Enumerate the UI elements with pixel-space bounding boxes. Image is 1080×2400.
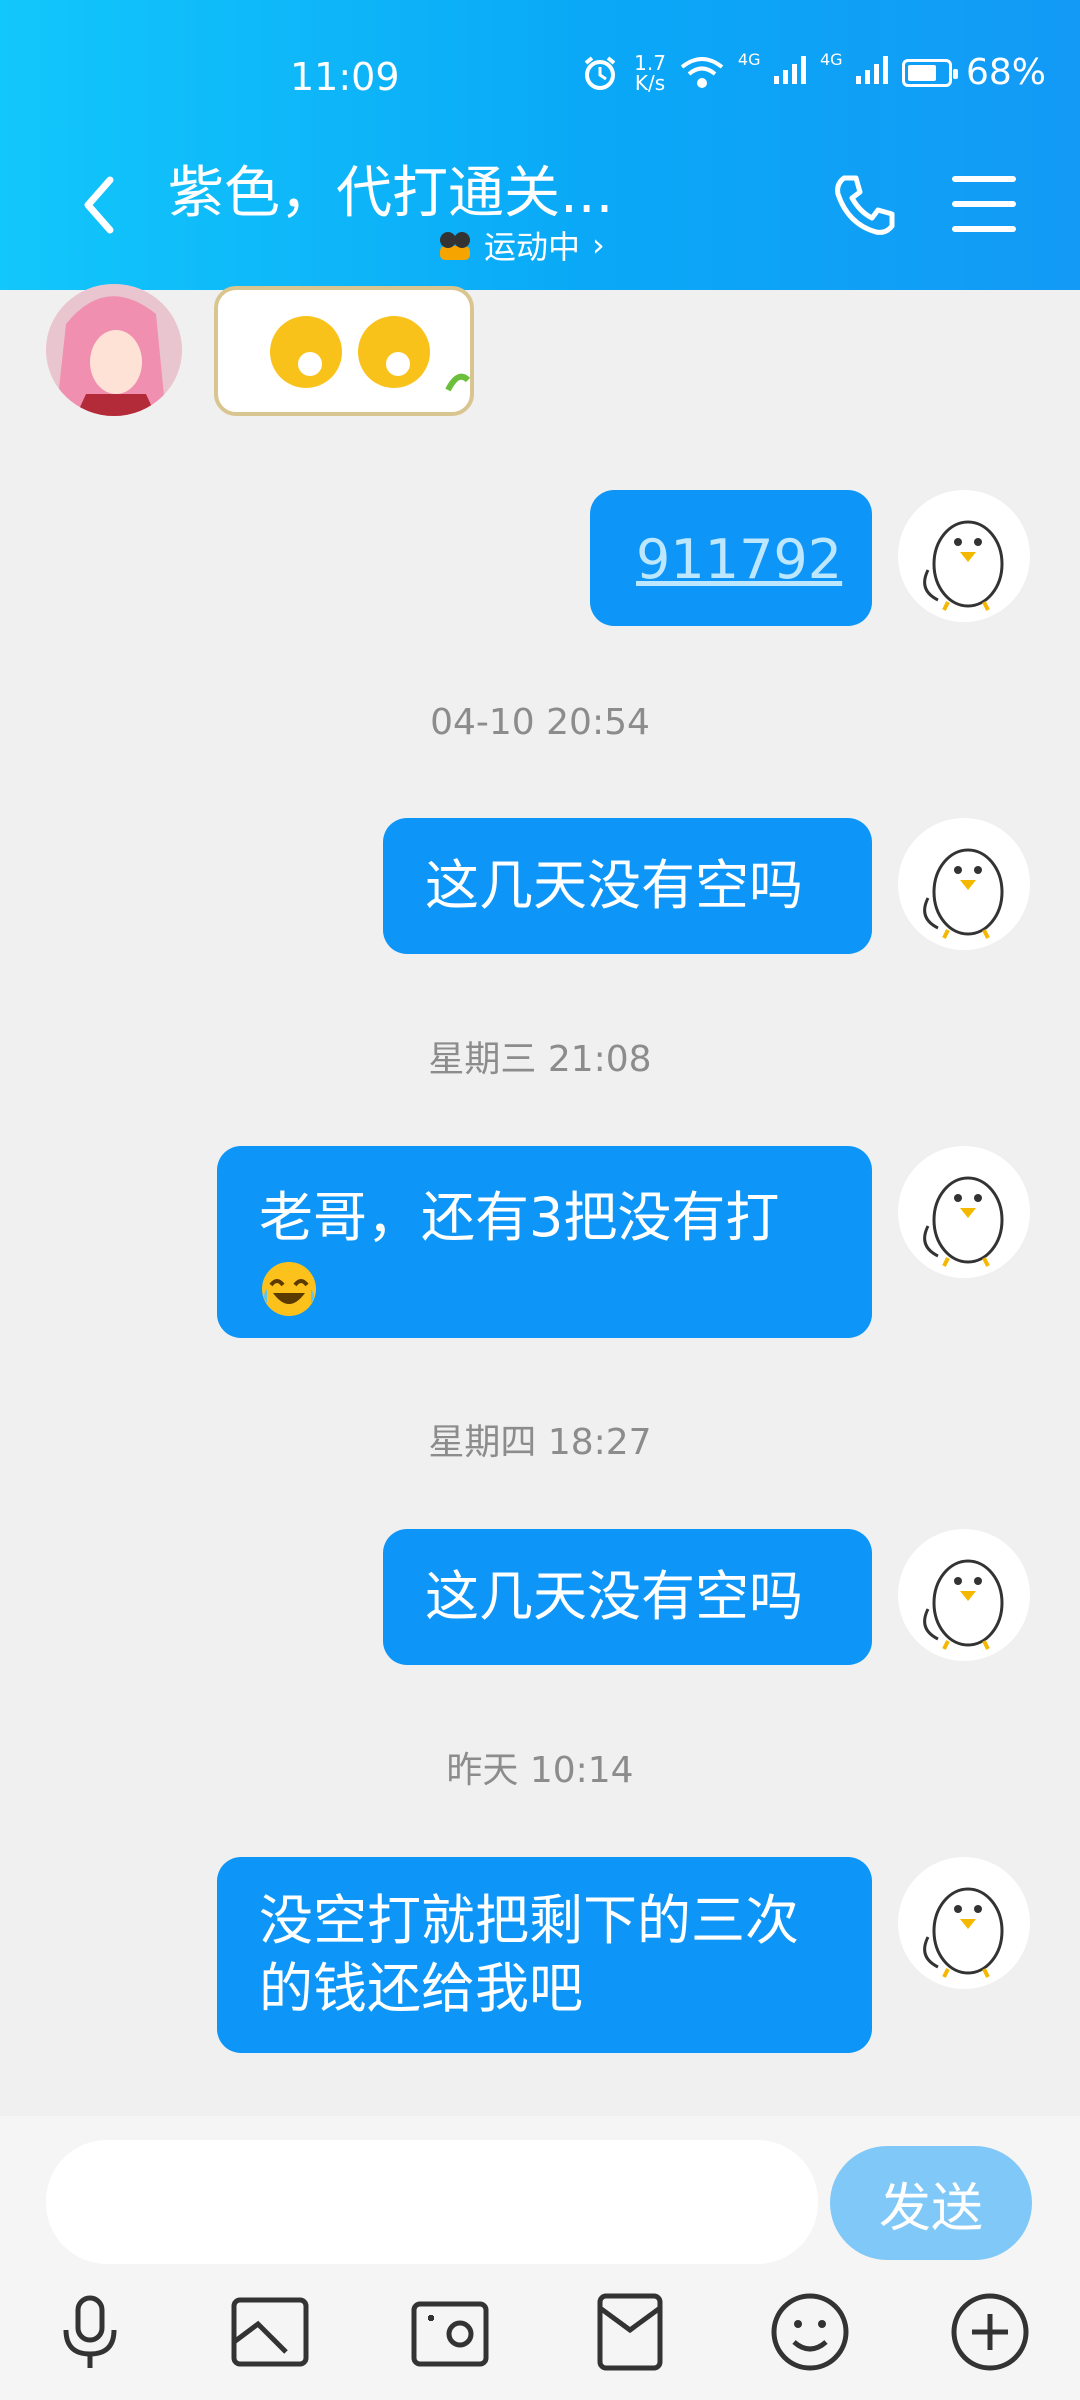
contact-avatar[interactable] [46, 284, 182, 416]
camera-icon[interactable] [408, 2290, 492, 2374]
my-avatar[interactable] [898, 1529, 1030, 1661]
duck-avatar-icon [923, 848, 1004, 939]
wifi-icon [680, 56, 724, 88]
send-button[interactable]: 发送 [830, 2146, 1032, 2260]
signal-bars-icon [773, 56, 806, 84]
back-arrow-icon[interactable] [70, 170, 140, 240]
chat-title[interactable]: 紫色，代打通关... [168, 148, 613, 229]
message-bubble[interactable]: 这几天没有空吗 [383, 1529, 872, 1665]
alarm-icon [584, 55, 616, 90]
timestamp: 星期三 21:08 [428, 1039, 652, 1080]
menu-icon[interactable] [952, 176, 1016, 232]
sticker-message[interactable] [214, 286, 474, 416]
network-speed: 1.7 K/s [634, 50, 666, 95]
timestamp: 星期四 18:27 [428, 1422, 652, 1463]
signal-2: 4G [820, 52, 888, 93]
message-bubble[interactable]: 老哥，还有3把没有打 [217, 1146, 872, 1338]
plus-circle-icon[interactable] [948, 2290, 1032, 2374]
my-avatar[interactable] [898, 1857, 1030, 1989]
running-status-icon [440, 232, 470, 260]
signal-bars-icon [855, 56, 888, 84]
status-icons: 1.7 K/s 4G 4G 68% [580, 52, 1046, 93]
my-avatar[interactable] [898, 1146, 1030, 1278]
battery-percent: 68% [965, 52, 1046, 93]
message-bubble[interactable]: 没空打就把剩下的三次的钱还给我吧 [217, 1857, 872, 2053]
duck-avatar-icon [923, 1887, 1004, 1978]
chevron-right-icon: › [592, 226, 605, 264]
battery-icon [901, 58, 958, 87]
my-avatar[interactable] [898, 490, 1030, 622]
image-icon[interactable] [228, 2290, 312, 2374]
emoji-icon[interactable] [768, 2290, 852, 2374]
status-time: 11:09 [290, 55, 400, 99]
timestamp: 04-10 20:54 [430, 702, 650, 743]
contact-status[interactable]: 运动中 › [438, 222, 605, 268]
phone-call-icon[interactable] [830, 170, 900, 240]
timestamp: 昨天 10:14 [446, 1750, 634, 1791]
signal-1: 4G [738, 52, 806, 93]
red-packet-icon[interactable] [588, 2290, 672, 2374]
status-bar: 11:09 1.7 K/s 4G 4G 68% [0, 0, 1080, 150]
laughing-tears-emoji-icon [262, 1262, 316, 1317]
message-bubble[interactable]: 这几天没有空吗 [383, 818, 872, 954]
duck-avatar-icon [923, 1559, 1004, 1650]
chat-header: 11:09 1.7 K/s 4G 4G 68% 紫色，代打通关... 运动中 › [0, 0, 1080, 290]
message-input[interactable] [46, 2140, 818, 2264]
anime-girl-avatar-icon [46, 284, 182, 416]
emoji-sticker-icon [270, 316, 471, 392]
my-avatar[interactable] [898, 818, 1030, 950]
duck-avatar-icon [923, 1176, 1004, 1267]
microphone-icon[interactable] [48, 2290, 132, 2374]
duck-avatar-icon [923, 520, 1004, 611]
message-bubble-link[interactable]: 911792 [590, 490, 872, 626]
